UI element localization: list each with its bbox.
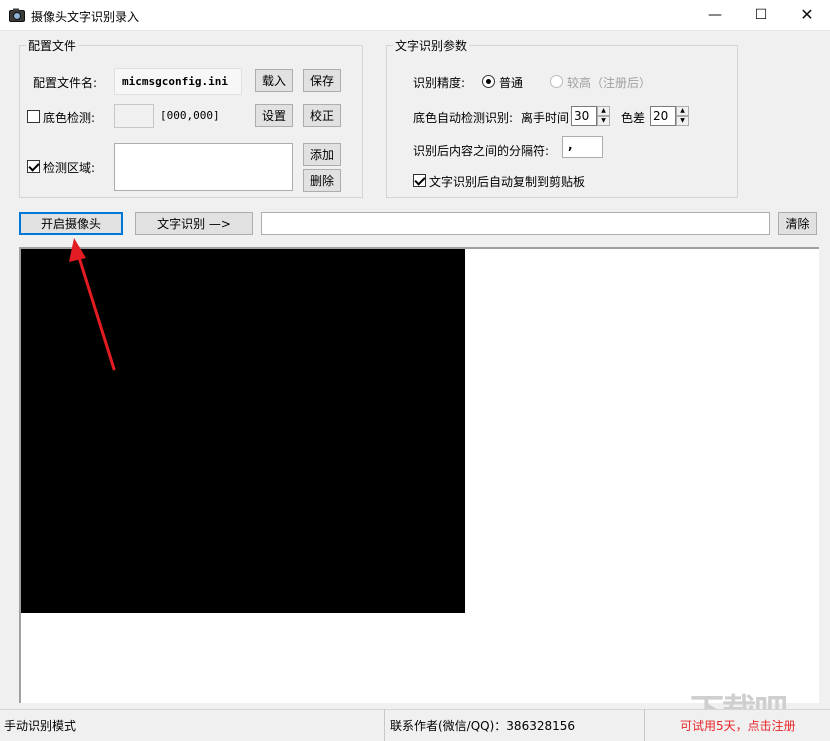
camera-icon — [9, 8, 25, 22]
spin-up-icon[interactable]: ▲ — [676, 106, 689, 116]
minimize-button[interactable]: — — [692, 0, 738, 31]
auto-copy-checkbox[interactable] — [413, 174, 426, 187]
status-divider — [644, 709, 645, 741]
maximize-button[interactable]: ☐ — [738, 0, 784, 31]
auto-copy-label: 文字识别后自动复制到剪贴板 — [429, 175, 586, 189]
bgcolor-swatch — [114, 104, 154, 128]
recognize-button[interactable]: 文字识别 —> — [135, 212, 253, 235]
config-file-label: 配置文件名: — [33, 76, 98, 90]
separator-input[interactable]: , — [562, 136, 603, 158]
save-button[interactable]: 保存 — [303, 69, 341, 92]
spin-down-icon[interactable]: ▼ — [597, 116, 610, 126]
status-divider — [384, 709, 385, 741]
spin-up-icon[interactable]: ▲ — [597, 106, 610, 116]
region-check-label: 检测区域: — [43, 161, 96, 175]
window-title: 摄像头文字识别录入 — [31, 10, 140, 24]
separator-label: 识别后内容之间的分隔符: — [413, 144, 550, 158]
config-file-value: micmsgconfig.ini — [122, 75, 228, 88]
status-contact: 联系作者(微信/QQ)：386328156 — [390, 719, 576, 733]
region-list[interactable] — [114, 143, 293, 191]
annotation-arrow-icon — [69, 238, 116, 371]
precision-high-label: 较高（注册后） — [567, 76, 652, 90]
calibrate-button[interactable]: 校正 — [303, 104, 341, 127]
bgcolor-checkbox[interactable] — [27, 110, 40, 123]
title-bar: 摄像头文字识别录入 — ☐ ✕ — [0, 0, 830, 31]
load-button[interactable]: 载入 — [255, 69, 293, 92]
clear-button[interactable]: 清除 — [778, 212, 817, 235]
precision-normal-radio[interactable] — [482, 75, 495, 88]
spin-down-icon[interactable]: ▼ — [676, 116, 689, 126]
status-mode: 手动识别模式 — [4, 719, 77, 733]
bgcolor-check-label: 底色检测: — [43, 111, 96, 125]
precision-high-radio[interactable] — [550, 75, 563, 88]
bgcolor-value: [000,000] — [160, 109, 220, 122]
leave-time-value[interactable]: 30 — [571, 106, 597, 126]
leave-time-label: 离手时间 — [521, 111, 570, 125]
ocr-group-legend: 文字识别参数 — [393, 37, 470, 54]
config-file-field[interactable]: micmsgconfig.ini — [114, 68, 242, 95]
color-diff-value[interactable]: 20 — [650, 106, 676, 126]
separator-value: , — [568, 138, 573, 152]
color-diff-spinner[interactable]: 20 ▲ ▼ — [650, 106, 689, 126]
set-button[interactable]: 设置 — [255, 104, 293, 127]
precision-normal-label: 普通 — [499, 76, 524, 90]
auto-detect-label: 底色自动检测识别: — [413, 111, 514, 125]
add-button[interactable]: 添加 — [303, 143, 341, 166]
close-button[interactable]: ✕ — [784, 0, 830, 31]
color-diff-label: 色差 — [621, 111, 646, 125]
delete-button[interactable]: 删除 — [303, 169, 341, 192]
region-checkbox[interactable] — [27, 160, 40, 173]
precision-label: 识别精度: — [413, 76, 466, 90]
result-input[interactable] — [261, 212, 770, 235]
leave-time-spinner[interactable]: 30 ▲ ▼ — [571, 106, 610, 126]
config-group-legend: 配置文件 — [26, 37, 79, 54]
register-link[interactable]: 可试用5天，点击注册 — [680, 717, 796, 734]
